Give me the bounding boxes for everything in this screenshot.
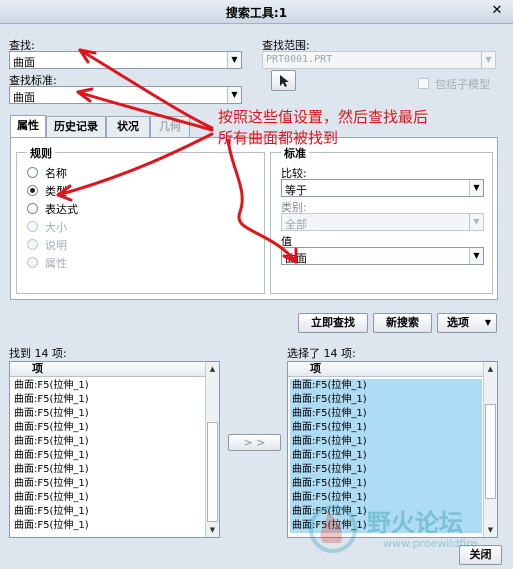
title-bar: 搜索工具:1 ✕ bbox=[0, 0, 513, 24]
rule-type-radio[interactable] bbox=[27, 185, 38, 196]
found-list[interactable]: 项 曲面:F5(拉伸_1) 曲面:F5(拉伸_1) 曲面:F5(拉伸_1) 曲面:F5… bbox=[9, 361, 220, 538]
list-item[interactable]: 曲面:F5(拉伸_1) bbox=[290, 379, 482, 393]
scroll-up-icon[interactable]: ▲ bbox=[206, 362, 219, 376]
list-item[interactable]: 曲面:F5(拉伸_1) bbox=[12, 491, 204, 505]
selected-column-header: 项 bbox=[288, 362, 484, 377]
transfer-button[interactable]: > > bbox=[228, 434, 281, 451]
found-label: 找到 14 项: bbox=[9, 347, 67, 360]
include-submodels-checkbox[interactable] bbox=[418, 78, 429, 89]
list-item[interactable]: 曲面:F5(拉伸_1) bbox=[12, 477, 204, 491]
watermark-logo: 野火论坛 www.proewildfire bbox=[305, 497, 505, 559]
list-item[interactable]: 曲面:F5(拉伸_1) bbox=[290, 463, 482, 477]
rule-size-label: 大小 bbox=[45, 221, 67, 234]
rule-expression-label: 表达式 bbox=[45, 203, 78, 216]
rule-description-label: 说明 bbox=[45, 239, 67, 252]
list-item[interactable]: 曲面:F5(拉伸_1) bbox=[290, 435, 482, 449]
found-scrollbar[interactable]: ▲ ▼ bbox=[205, 362, 219, 537]
chevron-down-icon[interactable]: ▼ bbox=[227, 52, 241, 68]
tab-attributes[interactable]: 属性 bbox=[10, 115, 46, 139]
find-now-button[interactable]: 立即查找 bbox=[298, 313, 368, 333]
category-select[interactable]: 全部 ▼ bbox=[281, 213, 484, 231]
options-label: 选项 bbox=[447, 316, 469, 329]
criteria-value: 曲面 bbox=[13, 91, 35, 104]
criteria-group: 标准 比较: 等于 ▼ 类别: 全部 ▼ 值 曲面 ▼ bbox=[270, 145, 493, 294]
category-value: 全部 bbox=[285, 218, 307, 231]
value-value: 曲面 bbox=[285, 252, 307, 265]
watermark-title: 野火论坛 bbox=[367, 509, 463, 537]
rule-size-radio[interactable] bbox=[27, 221, 38, 232]
list-item[interactable]: 曲面:F5(拉伸_1) bbox=[12, 505, 204, 519]
flame-logo-icon bbox=[309, 505, 357, 553]
list-item[interactable]: 曲面:F5(拉伸_1) bbox=[12, 393, 204, 407]
arrow-cursor-icon bbox=[279, 75, 289, 87]
tab-geometry[interactable]: 几何 bbox=[150, 116, 190, 138]
new-search-button[interactable]: 新搜索 bbox=[373, 313, 432, 333]
tab-status[interactable]: 状况 bbox=[106, 116, 150, 138]
chevron-down-icon: ▼ bbox=[484, 318, 491, 327]
list-item[interactable]: 曲面:F5(拉伸_1) bbox=[290, 421, 482, 435]
scope-select[interactable]: PRT0001.PRT ▼ bbox=[262, 51, 496, 69]
rule-name-radio[interactable] bbox=[27, 167, 38, 178]
compare-select[interactable]: 等于 ▼ bbox=[281, 179, 484, 197]
list-item[interactable]: 曲面:F5(拉伸_1) bbox=[12, 519, 204, 533]
rule-attribute-radio[interactable] bbox=[27, 257, 38, 268]
include-submodels-label: 包括子模型 bbox=[435, 78, 490, 91]
chevron-down-icon[interactable]: ▼ bbox=[469, 180, 483, 196]
rules-title: 规则 bbox=[27, 145, 55, 161]
scroll-down-icon[interactable]: ▼ bbox=[206, 523, 219, 537]
list-item[interactable]: 曲面:F5(拉伸_1) bbox=[290, 449, 482, 463]
window-title: 搜索工具:1 bbox=[225, 6, 288, 20]
criteria-select[interactable]: 曲面 ▼ bbox=[9, 86, 242, 104]
scroll-thumb[interactable] bbox=[485, 404, 496, 499]
rule-attribute-label: 属性 bbox=[45, 257, 67, 270]
selected-label: 选择了 14 项: bbox=[287, 347, 356, 360]
pick-button[interactable] bbox=[271, 70, 296, 91]
annotation-line1: 按照这些值设置，然后查找最后 bbox=[218, 108, 429, 126]
annotation-line2: 所有曲面都被找到 bbox=[218, 129, 339, 147]
rule-name-label: 名称 bbox=[45, 167, 67, 180]
rules-group: 规则 名称 类型 表达式 大小 说明 属性 bbox=[16, 145, 265, 294]
chevron-down-icon[interactable]: ▼ bbox=[227, 87, 241, 103]
list-item[interactable]: 曲面:F5(拉伸_1) bbox=[12, 463, 204, 477]
compare-value: 等于 bbox=[285, 184, 307, 197]
chevron-down-icon[interactable]: ▼ bbox=[481, 52, 495, 68]
options-button[interactable]: 选项 ▼ bbox=[437, 313, 497, 333]
found-column-header: 项 bbox=[10, 362, 206, 377]
list-item[interactable]: 曲面:F5(拉伸_1) bbox=[12, 449, 204, 463]
watermark-url: www.proewildfire bbox=[383, 537, 478, 550]
list-item[interactable]: 曲面:F5(拉伸_1) bbox=[12, 407, 204, 421]
list-item[interactable]: 曲面:F5(拉伸_1) bbox=[290, 407, 482, 421]
scope-value: PRT0001.PRT bbox=[266, 54, 333, 65]
list-item[interactable]: 曲面:F5(拉伸_1) bbox=[290, 393, 482, 407]
chevron-down-icon[interactable]: ▼ bbox=[469, 214, 483, 230]
rule-type-label: 类型 bbox=[45, 185, 67, 198]
list-item[interactable]: 曲面:F5(拉伸_1) bbox=[290, 477, 482, 491]
value-select[interactable]: 曲面 ▼ bbox=[281, 247, 484, 265]
scroll-up-icon[interactable]: ▲ bbox=[484, 362, 497, 376]
list-item[interactable]: 曲面:F5(拉伸_1) bbox=[12, 435, 204, 449]
find-value: 曲面 bbox=[13, 56, 35, 69]
scroll-thumb[interactable] bbox=[207, 422, 218, 522]
find-select[interactable]: 曲面 ▼ bbox=[9, 51, 242, 69]
list-item[interactable]: 曲面:F5(拉伸_1) bbox=[12, 421, 204, 435]
list-item[interactable]: 曲面:F5(拉伸_1) bbox=[12, 379, 204, 393]
rule-expression-radio[interactable] bbox=[27, 203, 38, 214]
attributes-panel: 规则 名称 类型 表达式 大小 说明 属性 标准 比较: 等于 ▼ 类别: 全部… bbox=[10, 137, 498, 300]
rule-description-radio[interactable] bbox=[27, 239, 38, 250]
tab-history[interactable]: 历史记录 bbox=[46, 116, 106, 138]
close-icon[interactable]: ✕ bbox=[489, 3, 505, 19]
chevron-down-icon[interactable]: ▼ bbox=[469, 248, 483, 264]
